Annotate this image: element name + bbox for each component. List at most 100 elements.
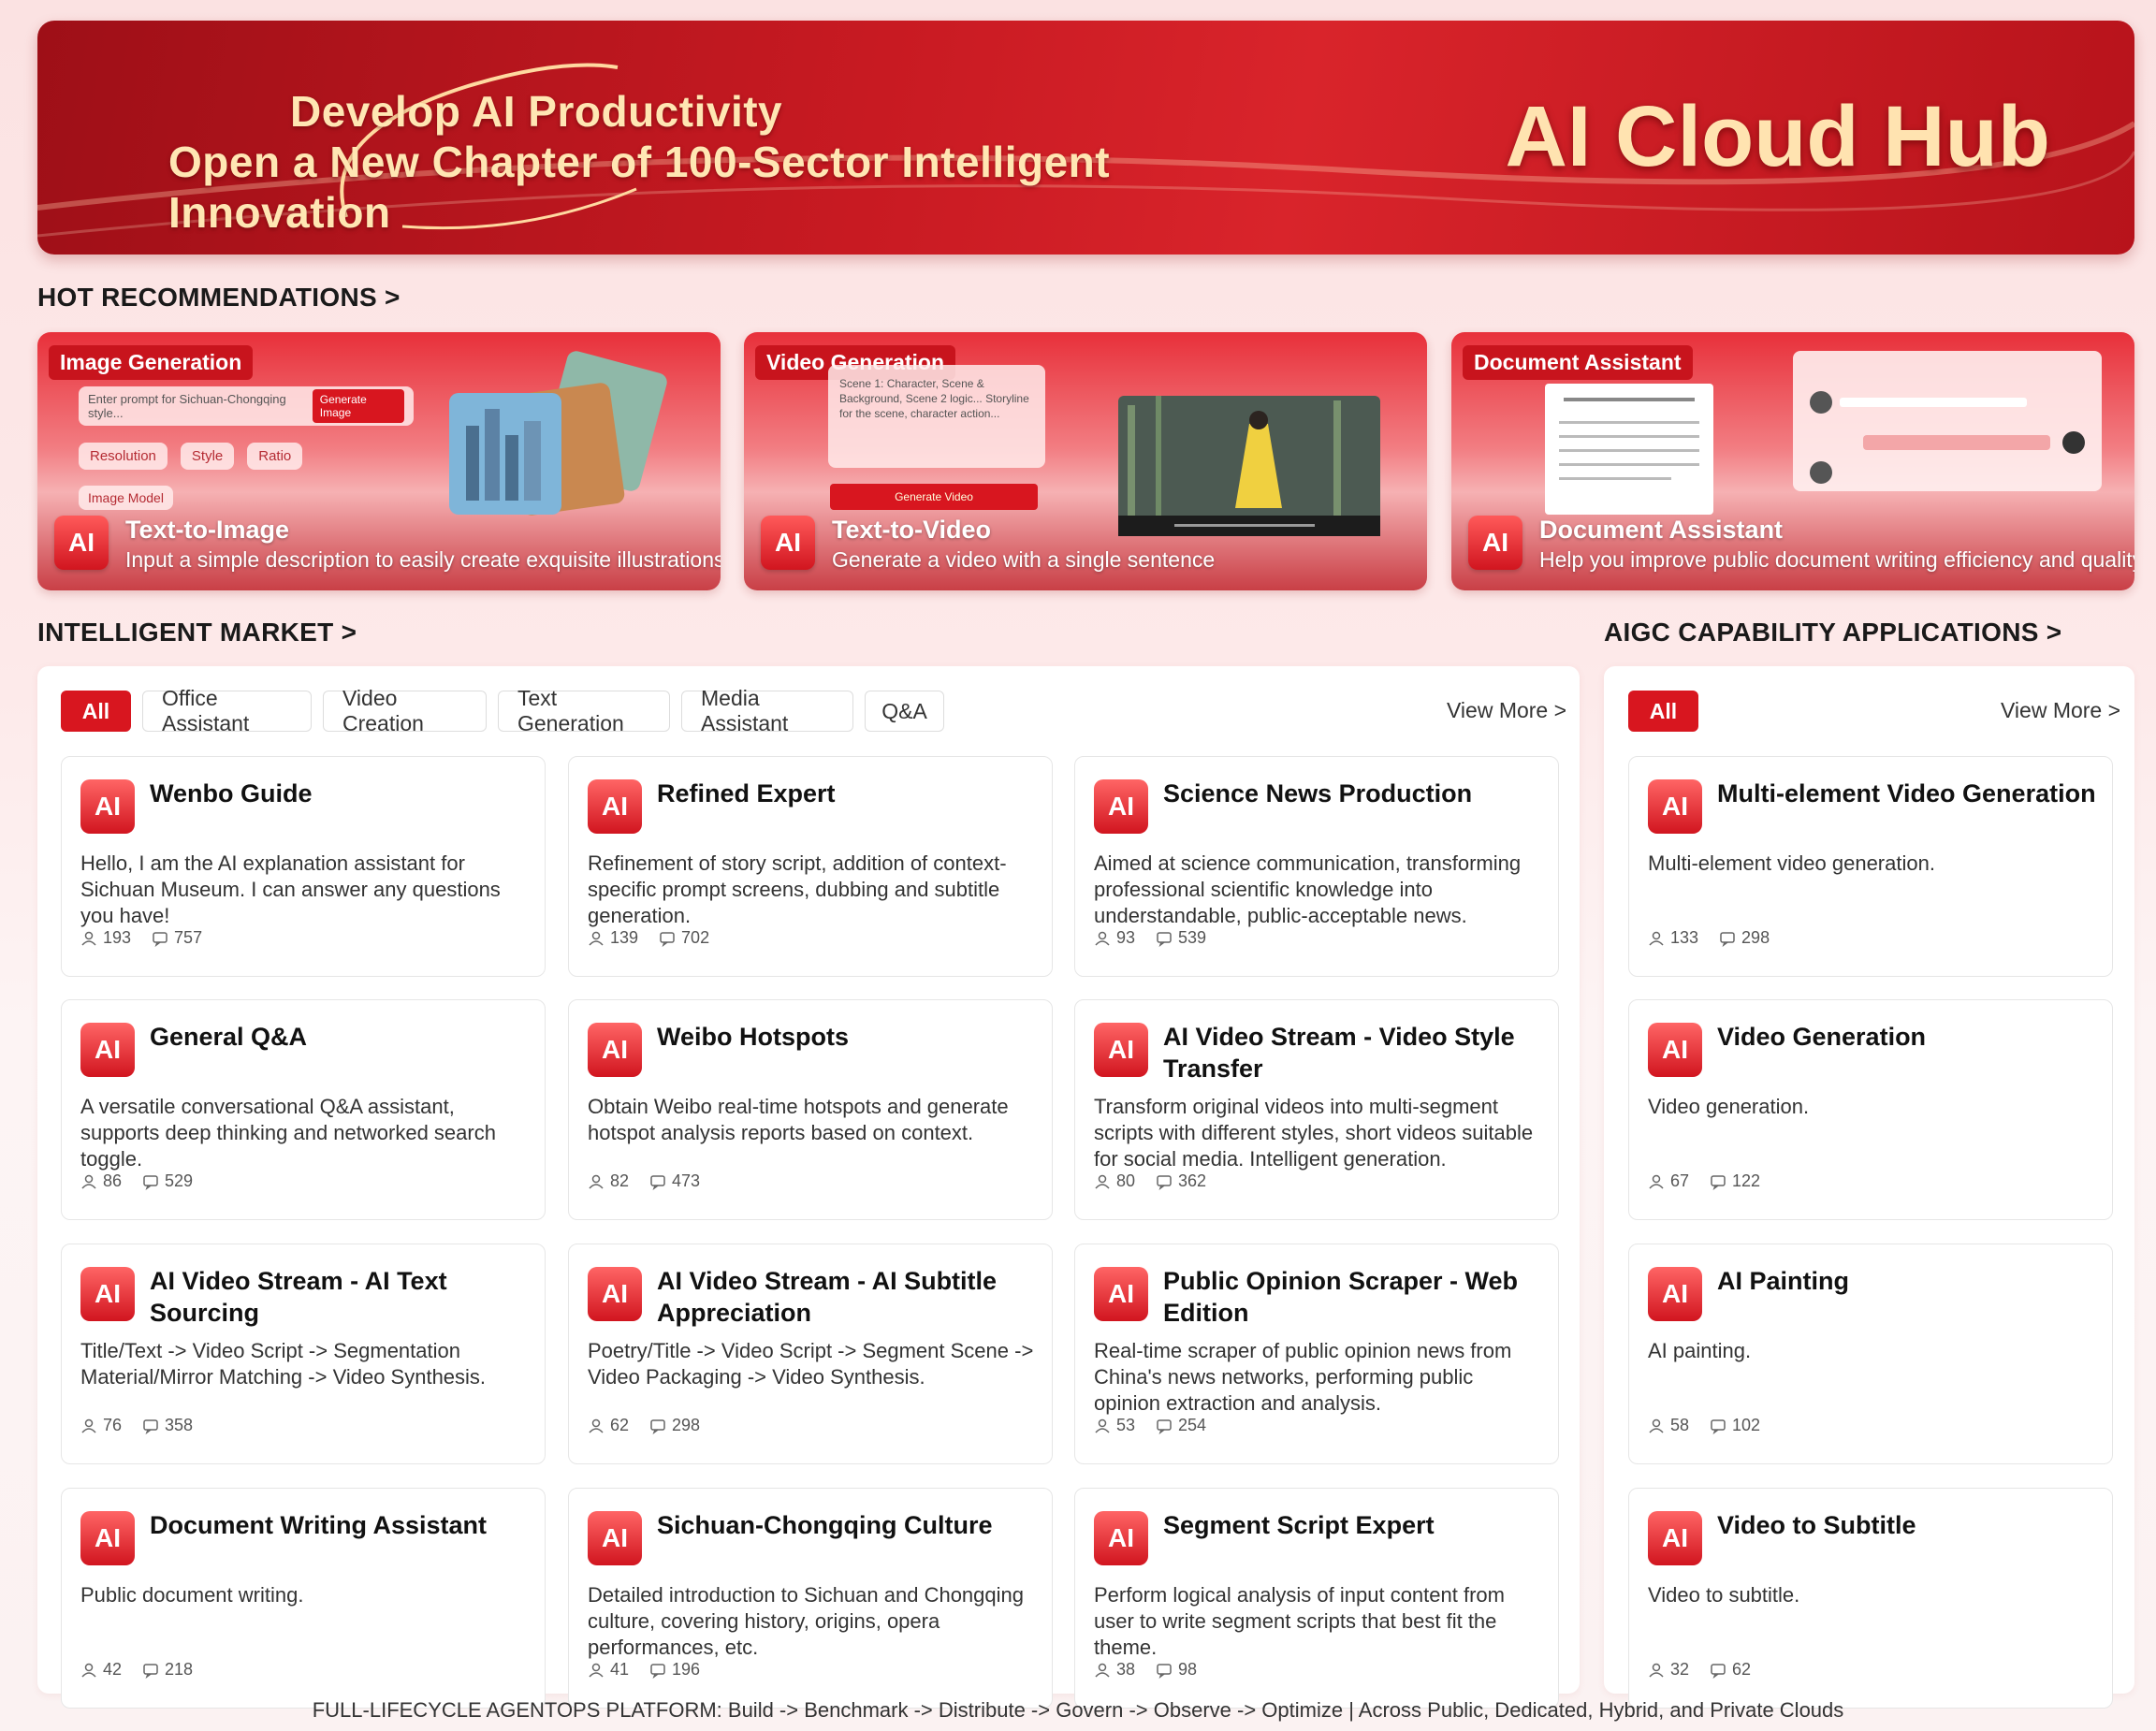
ai-logo-icon: AI bbox=[1648, 1023, 1702, 1077]
comments-stat: 298 bbox=[649, 1416, 700, 1435]
user-icon bbox=[1094, 1662, 1111, 1679]
filter-chip-media-assistant[interactable]: Media Assistant bbox=[681, 686, 853, 735]
users-count: 32 bbox=[1670, 1660, 1690, 1679]
users-stat: 58 bbox=[1648, 1416, 1689, 1435]
comment-icon bbox=[1719, 930, 1736, 947]
app-card[interactable]: AI Video to Subtitle Video to subtitle. 32 6… bbox=[1628, 1488, 2113, 1709]
ai-logo-icon: AI bbox=[1094, 1023, 1148, 1077]
app-card[interactable]: AI Document Writing Assistant Public docum… bbox=[61, 1488, 546, 1709]
app-card[interactable]: AI AI Video Stream - Video Style Transfer… bbox=[1074, 999, 1559, 1220]
comments-count: 254 bbox=[1178, 1416, 1207, 1434]
hot-card-text-to-image[interactable]: Image Generation Enter prompt for Sichua… bbox=[37, 332, 721, 590]
app-card[interactable]: AI Video Generation Video generation. 67 122 bbox=[1628, 999, 2113, 1220]
comment-icon bbox=[1156, 930, 1173, 947]
app-card[interactable]: AI Multi-element Video Generation Multi-el… bbox=[1628, 756, 2113, 977]
comments-count: 473 bbox=[672, 1171, 701, 1190]
user-icon bbox=[80, 1173, 97, 1190]
card-description: Refinement of story script, addition of … bbox=[588, 851, 1007, 927]
section-intelligent-market[interactable]: INTELLIGENT MARKET > bbox=[37, 618, 357, 647]
app-card[interactable]: AI Sichuan-Chongqing Culture Detailed intr… bbox=[568, 1488, 1053, 1709]
card-stats: 62 298 bbox=[588, 1416, 700, 1435]
section-hot-recommendations[interactable]: HOT RECOMMENDATIONS > bbox=[37, 283, 401, 313]
app-card[interactable]: AI Weibo Hotspots Obtain Weibo real-time h… bbox=[568, 999, 1053, 1220]
comments-stat: 757 bbox=[152, 928, 202, 948]
card-stats: 67 122 bbox=[1648, 1171, 1760, 1191]
app-card[interactable]: AI AI Video Stream - AI Text Sourcing Titl… bbox=[61, 1244, 546, 1464]
filter-chip-all[interactable]: All bbox=[61, 691, 131, 732]
app-card[interactable]: AI Refined Expert Refinement of story scri… bbox=[568, 756, 1053, 977]
users-stat: 41 bbox=[588, 1660, 629, 1680]
card-title: Video Generation bbox=[1717, 1023, 1927, 1051]
card-description: Public document writing. bbox=[80, 1583, 304, 1607]
hot-card-tag: Image Generation bbox=[49, 345, 254, 380]
comment-icon bbox=[142, 1418, 159, 1434]
comments-stat: 102 bbox=[1710, 1416, 1760, 1435]
users-count: 193 bbox=[103, 928, 132, 947]
card-stats: 86 529 bbox=[80, 1171, 193, 1191]
users-stat: 86 bbox=[80, 1171, 122, 1191]
hot-card-desc: Input a simple description to easily cre… bbox=[125, 547, 721, 572]
users-stat: 193 bbox=[80, 928, 131, 948]
filter-chip-office-assistant[interactable]: Office Assistant bbox=[142, 686, 312, 735]
card-title: Refined Expert bbox=[657, 779, 836, 807]
app-card[interactable]: AI AI Video Stream - AI Subtitle Apprecia… bbox=[568, 1244, 1053, 1464]
card-title: Document Writing Assistant bbox=[150, 1511, 488, 1539]
users-count: 58 bbox=[1670, 1416, 1690, 1434]
card-description: Transform original videos into multi-seg… bbox=[1094, 1095, 1534, 1171]
ai-logo-icon: AI bbox=[80, 1511, 135, 1565]
comments-count: 702 bbox=[681, 928, 710, 947]
users-count: 62 bbox=[610, 1416, 630, 1434]
comments-count: 529 bbox=[165, 1171, 194, 1190]
card-stats: 58 102 bbox=[1648, 1416, 1760, 1435]
card-stats: 76 358 bbox=[80, 1416, 193, 1435]
brand-title: AI Cloud Hub bbox=[1505, 89, 2050, 184]
card-title: AI Video Stream - Video Style Transfer bbox=[1163, 1023, 1515, 1083]
filter-chip-qa[interactable]: Q&A bbox=[865, 691, 944, 732]
comment-icon bbox=[1156, 1418, 1173, 1434]
app-card[interactable]: AI Wenbo Guide Hello, I am the AI explanat… bbox=[61, 756, 546, 977]
card-description: Detailed introduction to Sichuan and Cho… bbox=[588, 1583, 1024, 1659]
users-count: 82 bbox=[610, 1171, 630, 1190]
filter-chip-text-generation[interactable]: Text Generation bbox=[498, 686, 670, 735]
app-card[interactable]: AI Segment Script Expert Perform logical a… bbox=[1074, 1488, 1559, 1709]
users-count: 76 bbox=[103, 1416, 123, 1434]
video-preview-image bbox=[1118, 396, 1380, 536]
app-card[interactable]: AI AI Painting AI painting. 58 102 bbox=[1628, 1244, 2113, 1464]
aigc-filter-chip-all[interactable]: All bbox=[1628, 691, 1698, 732]
app-card[interactable]: AI Science News Production Aimed at scienc… bbox=[1074, 756, 1559, 977]
card-description: A versatile conversational Q&A assistant… bbox=[80, 1095, 496, 1171]
hot-card-document-assistant[interactable]: Document Assistant AI Document Assistant… bbox=[1451, 332, 2134, 590]
platform-footer: FULL-LIFECYCLE AGENTOPS PLATFORM: Build … bbox=[312, 1698, 1844, 1722]
hot-card-text-to-video[interactable]: Video Generation Scene 1: Character, Sce… bbox=[744, 332, 1427, 590]
card-title: General Q&A bbox=[150, 1023, 308, 1051]
comments-stat: 529 bbox=[142, 1171, 193, 1191]
comment-icon bbox=[1710, 1173, 1726, 1190]
app-card[interactable]: AI General Q&A A versatile conversational … bbox=[61, 999, 546, 1220]
section-aigc-capability[interactable]: AIGC CAPABILITY APPLICATIONS > bbox=[1604, 618, 2061, 647]
aigc-view-more-link[interactable]: View More > bbox=[2001, 698, 2120, 723]
users-stat: 38 bbox=[1094, 1660, 1135, 1680]
comment-icon bbox=[649, 1173, 666, 1190]
image-model-option: Image Model bbox=[79, 486, 173, 510]
ai-logo-icon: AI bbox=[1648, 1511, 1702, 1565]
ai-logo-icon: AI bbox=[54, 516, 109, 570]
ai-logo-icon: AI bbox=[588, 1023, 642, 1077]
user-icon bbox=[588, 1662, 605, 1679]
comments-stat: 218 bbox=[142, 1660, 193, 1680]
comments-stat: 298 bbox=[1719, 928, 1770, 948]
ai-logo-icon: AI bbox=[761, 516, 815, 570]
card-description: Video to subtitle. bbox=[1648, 1583, 1800, 1607]
app-card[interactable]: AI Public Opinion Scraper - Web Edition Re… bbox=[1074, 1244, 1559, 1464]
ai-logo-icon: AI bbox=[1094, 779, 1148, 834]
card-title: AI Video Stream - AI Text Sourcing bbox=[150, 1267, 447, 1327]
card-title: AI Painting bbox=[1717, 1267, 1849, 1295]
card-stats: 80 362 bbox=[1094, 1171, 1206, 1191]
comments-stat: 62 bbox=[1710, 1660, 1751, 1680]
filter-chip-video-creation[interactable]: Video Creation bbox=[323, 686, 487, 735]
user-icon bbox=[1094, 1173, 1111, 1190]
comments-stat: 122 bbox=[1710, 1171, 1760, 1191]
users-stat: 82 bbox=[588, 1171, 629, 1191]
market-view-more-link[interactable]: View More > bbox=[1447, 698, 1566, 723]
users-count: 93 bbox=[1116, 928, 1136, 947]
card-description: Multi-element video generation. bbox=[1648, 851, 1935, 875]
